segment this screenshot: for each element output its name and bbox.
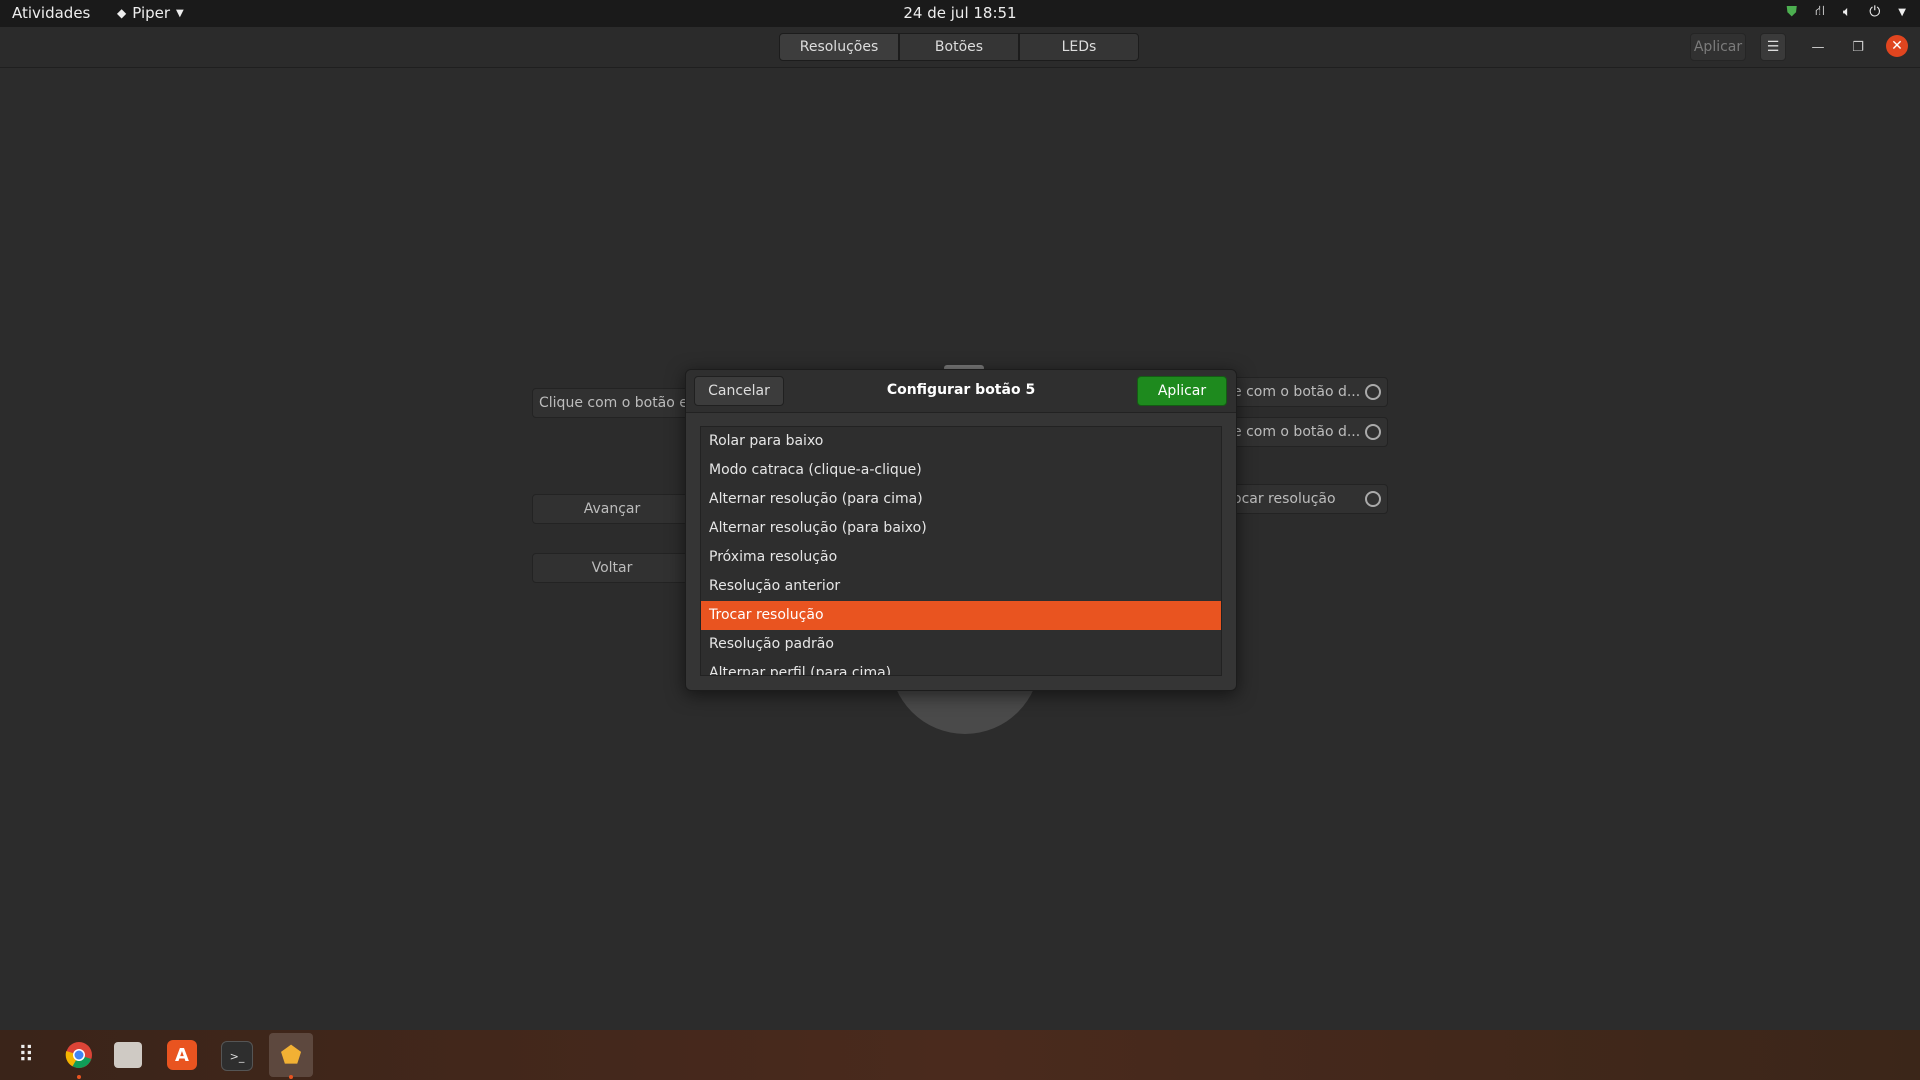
software-store-icon[interactable]: A (167, 1040, 197, 1070)
tab-resolutions[interactable]: Resoluções (779, 33, 899, 61)
button-label: e com o botão d... (1233, 384, 1361, 400)
apply-button[interactable]: Aplicar (1137, 376, 1227, 406)
activities-button[interactable]: Atividades (12, 4, 90, 22)
button-label: Clique com o botão e... (539, 395, 692, 411)
network-icon[interactable]: ⛙ (1815, 3, 1825, 21)
button-label: Avançar (583, 501, 641, 517)
stack-switcher: Resoluções Botões LEDs (779, 33, 1139, 61)
clock[interactable]: 24 de jul 18:51 (0, 4, 1920, 22)
button-mapping-left-click[interactable]: Clique com o botão e... (532, 388, 692, 418)
piper-icon[interactable]: ⬟ (273, 1037, 309, 1073)
button-mapping-right-1[interactable]: e com o botão d... (1228, 377, 1388, 407)
apply-button[interactable]: Aplicar (1690, 33, 1746, 61)
gear-icon[interactable] (1365, 424, 1381, 440)
button-label: Voltar (591, 560, 633, 576)
list-item-selected[interactable]: Trocar resolução (701, 601, 1221, 630)
header-bar: Resoluções Botões LEDs Aplicar ☰ — ❐ ✕ (0, 27, 1920, 68)
minimize-icon[interactable]: — (1806, 35, 1830, 59)
list-item[interactable]: Alternar perfil (para cima) (701, 659, 1221, 675)
list-item[interactable]: Resolução anterior (701, 572, 1221, 601)
top-panel: Atividades ◆ Piper ▼ 24 de jul 18:51 ⛊ ⛙… (0, 0, 1920, 27)
button-label: e com o botão d... (1233, 424, 1361, 440)
action-list[interactable]: Rolar para baixo Modo catraca (clique-a-… (700, 426, 1222, 676)
chevron-down-icon[interactable]: ▼ (1898, 7, 1906, 18)
files-icon[interactable] (114, 1042, 142, 1068)
running-indicator (289, 1075, 293, 1079)
gear-icon[interactable] (1365, 491, 1381, 507)
terminal-icon[interactable]: >_ (221, 1041, 253, 1071)
list-item[interactable]: Modo catraca (clique-a-clique) (701, 456, 1221, 485)
tab-leds[interactable]: LEDs (1019, 33, 1139, 61)
cancel-button[interactable]: Cancelar (694, 376, 784, 406)
piper-app-icon: ◆ (117, 6, 127, 20)
hamburger-menu-icon[interactable]: ☰ (1760, 33, 1786, 61)
list-item[interactable]: Alternar resolução (para cima) (701, 485, 1221, 514)
chrome-icon[interactable] (61, 1037, 97, 1073)
button-mapping-forward[interactable]: Avançar (532, 494, 692, 524)
button-mapping-back[interactable]: Voltar (532, 553, 692, 583)
list-item[interactable]: Alternar resolução (para baixo) (701, 514, 1221, 543)
gear-icon[interactable] (1365, 384, 1381, 400)
close-icon[interactable]: ✕ (1886, 35, 1908, 57)
app-menu[interactable]: ◆ Piper ▼ (117, 4, 184, 22)
button-mapping-right-2[interactable]: e com o botão d... (1228, 417, 1388, 447)
chevron-down-icon: ▼ (176, 7, 184, 19)
dialog-header: Cancelar Configurar botão 5 Aplicar (686, 370, 1236, 413)
apps-grid-icon[interactable]: ⠿ (8, 1037, 44, 1073)
dock: ⠿ A >_ ⬟ (0, 1030, 1920, 1080)
running-indicator (77, 1075, 81, 1079)
tab-buttons[interactable]: Botões (899, 33, 1019, 61)
volume-icon[interactable]: 🔈︎ (1843, 4, 1851, 20)
button-mapping-right-3[interactable]: ocar resolução (1228, 484, 1388, 514)
button-label: ocar resolução (1233, 491, 1336, 507)
maximize-icon[interactable]: ❐ (1846, 35, 1870, 59)
list-item[interactable]: Rolar para baixo (701, 427, 1221, 456)
chrome-logo (65, 1042, 92, 1069)
list-item[interactable]: Próxima resolução (701, 543, 1221, 572)
system-tray[interactable]: ⛊ ⛙ 🔈︎ ⏻ ▼ (1786, 3, 1906, 21)
list-item[interactable]: Resolução padrão (701, 630, 1221, 659)
configure-button-dialog: Cancelar Configurar botão 5 Aplicar Rola… (685, 369, 1237, 691)
shield-icon[interactable]: ⛊ (1786, 4, 1797, 20)
app-menu-label: Piper (132, 4, 171, 22)
power-icon[interactable]: ⏻ (1869, 4, 1880, 20)
